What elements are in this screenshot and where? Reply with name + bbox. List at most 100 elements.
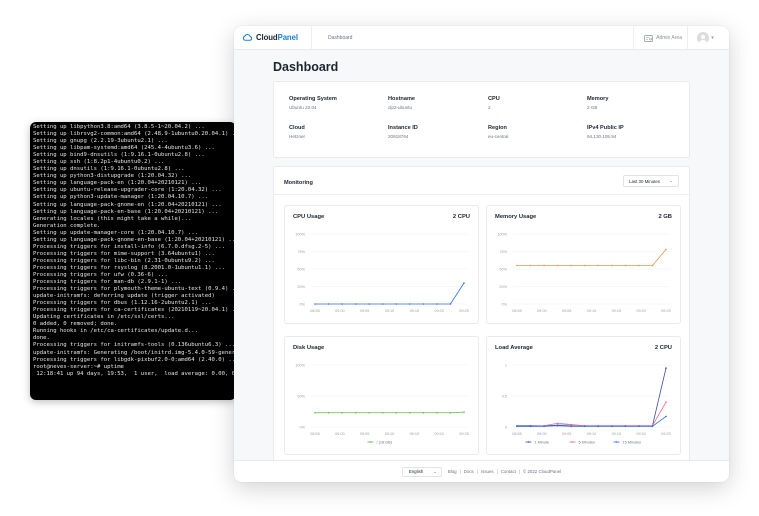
chart-title: Disk Usage bbox=[293, 345, 325, 351]
series-line bbox=[517, 368, 667, 427]
info-instance-id: Instance ID 20918764 bbox=[388, 125, 418, 139]
data-point bbox=[409, 303, 411, 305]
terminal-line: Setting up gnupg (2.2.19-3ubuntu2.1) ... bbox=[33, 138, 168, 145]
terminal-line: Setting up language-pack-en (1:20.04+202… bbox=[33, 180, 202, 187]
contact-link[interactable]: Contact bbox=[501, 469, 516, 474]
info-label: Operating System bbox=[289, 96, 337, 102]
data-point bbox=[368, 411, 370, 414]
admin-area-icon bbox=[644, 34, 653, 42]
terminal-line: Setting up libpam-systemd:amd64 (245.4-4… bbox=[33, 145, 215, 152]
data-point bbox=[327, 303, 330, 305]
chart-capacity: 2 CPU bbox=[654, 345, 672, 351]
brand-logo[interactable]: CloudPanel bbox=[234, 26, 312, 49]
data-point bbox=[529, 264, 532, 267]
admin-area-link[interactable]: Admin Area bbox=[633, 26, 682, 50]
terminal-line: Processing triggers for ca-certificates … bbox=[33, 307, 236, 314]
x-tick-label: 09:10 bbox=[385, 309, 395, 313]
info-ipv4: IPv4 Public IP 94.130.105.94 bbox=[587, 125, 624, 139]
x-tick-label: 08:55 bbox=[310, 309, 320, 313]
data-point bbox=[529, 425, 532, 428]
avatar bbox=[697, 32, 710, 44]
terminal-line: Generation complete. bbox=[33, 222, 101, 229]
x-tick-label: 09:10 bbox=[587, 309, 597, 313]
chart-plot: 100% 50% 0% 08:55 09:00 09:05 09:10 09:15 09:20 0… bbox=[295, 364, 468, 445]
terminal-line: Processing triggers for ufw (0.36-6) ... bbox=[33, 271, 168, 278]
server-info-card: Operating System Ubuntu 22.04 Hostname c… bbox=[273, 81, 690, 158]
data-point bbox=[665, 401, 667, 403]
data-point bbox=[651, 264, 654, 267]
user-menu[interactable]: ▾ bbox=[687, 26, 723, 50]
copyright-text: © 2022 CloudPanel bbox=[523, 469, 562, 474]
x-tick-label: 09:20 bbox=[636, 432, 646, 436]
info-cloud: Cloud Hetzner bbox=[289, 125, 305, 139]
legend-marker bbox=[369, 441, 372, 443]
x-tick-label: 09:00 bbox=[335, 309, 345, 313]
data-point bbox=[409, 411, 411, 414]
footer-separator: | bbox=[496, 469, 498, 474]
chart-plot: 100% 75% 50% 25% 0% 08:55 09:00 09:05 09:10 09:15… bbox=[497, 233, 671, 314]
y-tick-label: 75% bbox=[297, 250, 305, 254]
data-point bbox=[516, 425, 518, 428]
terminal-line: Setting up bind9-dnsutils (1:9.16.1-0ubu… bbox=[33, 152, 205, 159]
x-tick-label: 09:00 bbox=[537, 309, 547, 313]
terminal-line: Processing triggers for install-info (6.… bbox=[33, 243, 225, 250]
info-hostname: Hostname clp2-ubuntu bbox=[388, 96, 415, 110]
time-range-select[interactable]: Last 30 Minutes ⌄ bbox=[623, 175, 679, 187]
legend-marker bbox=[615, 441, 618, 443]
info-value: 2 GB bbox=[587, 105, 598, 110]
data-point bbox=[354, 303, 357, 305]
x-tick-label: 09:20 bbox=[434, 432, 444, 436]
info-value: clp2-ubuntu bbox=[388, 105, 413, 110]
chevron-down-icon: ▾ bbox=[711, 35, 714, 41]
x-tick-label: 09:05 bbox=[360, 432, 370, 436]
docs-link[interactable]: Docs bbox=[464, 469, 474, 474]
issues-link[interactable]: Issues bbox=[481, 469, 494, 474]
data-point bbox=[583, 425, 586, 428]
terminal-window[interactable]: Setting up libpython3.8:amd64 (3.8.5-1~2… bbox=[30, 122, 236, 400]
disk-usage-chart: Disk Usage 100% 50% 0% 08:55 09:00 09:05 09:10… bbox=[284, 336, 479, 455]
cloudpanel-window: CloudPanel Dashboard Admin Area ▾ Dashbo… bbox=[234, 26, 729, 482]
y-tick-label: 1 bbox=[505, 364, 507, 368]
data-point bbox=[436, 411, 438, 414]
terminal-line: Setting up update-manager-core (1:20.04.… bbox=[33, 229, 199, 236]
data-point bbox=[314, 411, 316, 414]
y-tick-label: 50% bbox=[297, 395, 305, 399]
info-value: Ubuntu 22.04 bbox=[289, 105, 317, 110]
x-tick-label: 09:25 bbox=[661, 309, 671, 313]
y-tick-label: 100% bbox=[295, 233, 305, 237]
nav-dashboard-link[interactable]: Dashboard bbox=[328, 35, 352, 41]
info-value: 94.130.105.94 bbox=[587, 134, 617, 139]
data-point bbox=[651, 425, 654, 428]
data-point bbox=[638, 425, 640, 428]
footer: English ⌄ Blog | Docs | Issues | Contact… bbox=[234, 460, 729, 482]
x-tick-label: 09:05 bbox=[562, 309, 572, 313]
data-point bbox=[570, 264, 572, 267]
y-tick-label: 50% bbox=[499, 268, 507, 272]
legend-label: 1 Minute bbox=[535, 441, 550, 445]
page-title: Dashboard bbox=[273, 60, 339, 74]
data-point bbox=[624, 264, 627, 267]
data-point bbox=[449, 411, 452, 414]
x-tick-label: 09:15 bbox=[612, 432, 622, 436]
data-point bbox=[341, 411, 343, 414]
terminal-line: update-initramfs: deferring update (trig… bbox=[33, 293, 215, 300]
data-point bbox=[327, 411, 330, 414]
terminal-line: Processing triggers for libgdk-pixbuf2.0… bbox=[33, 356, 236, 363]
data-point bbox=[381, 411, 384, 414]
terminal-line: Processing triggers for mime-support (3.… bbox=[33, 250, 215, 257]
info-label: Region bbox=[488, 125, 507, 131]
load-average-chart: Load Average 2 CPU 1 0.5 0 08:55 09:00 09:05 0… bbox=[486, 336, 681, 455]
data-point bbox=[516, 264, 518, 267]
series-line bbox=[517, 249, 667, 266]
data-point bbox=[570, 425, 572, 428]
language-select[interactable]: English ⌄ bbox=[401, 466, 442, 477]
info-value: eu-central bbox=[488, 134, 509, 139]
terminal-line: Setting up libpython3.8:amd64 (3.8.5-1~2… bbox=[33, 124, 205, 130]
terminal-line: done. bbox=[33, 335, 50, 342]
data-point bbox=[436, 303, 438, 305]
y-tick-label: 0% bbox=[300, 426, 306, 430]
chart-plot: 1 0.5 0 08:55 09:00 09:05 09:10 09:15 09:20 09:25… bbox=[502, 364, 671, 445]
blog-link[interactable]: Blog bbox=[448, 469, 457, 474]
data-point bbox=[314, 303, 316, 305]
terminal-line: Setting up python3-update-manager (1:20.… bbox=[33, 194, 209, 201]
